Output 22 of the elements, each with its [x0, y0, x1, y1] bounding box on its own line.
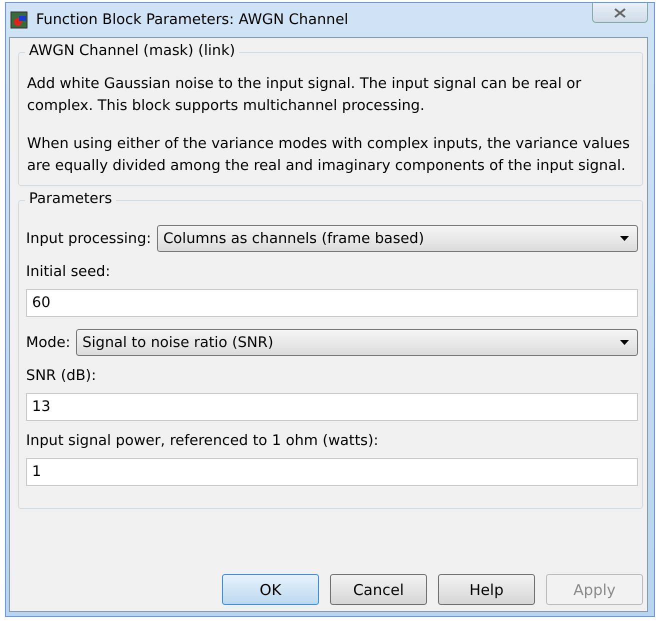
dropdown[interactable]: Signal to noise ratio (SNR): [76, 329, 638, 356]
field-label: SNR (dB):: [26, 368, 98, 384]
caret-icon: [620, 340, 629, 345]
dialog-button[interactable]: OK: [222, 574, 319, 605]
group-title: AWGN Channel (mask) (link): [25, 43, 240, 59]
input-field[interactable]: 60: [26, 289, 638, 317]
description-text: When using either of the variance modes with complex inputs, the variance values are equally divided among the real and imaginary components of the input signal.: [27, 135, 631, 176]
field-label: Input signal power, referenced to 1 ohm (watts):: [26, 433, 380, 449]
dialog-button[interactable]: Help: [438, 574, 535, 605]
description-text: Add white Gaussian noise to the input signal. The input signal can be real or complex. This block supports multichannel processing.: [27, 75, 582, 116]
input-field[interactable]: 13: [26, 393, 638, 421]
field-label: Mode:: [26, 334, 70, 350]
input-field[interactable]: 1: [26, 458, 638, 486]
window-title: Function Block Parameters: AWGN Channel: [36, 12, 350, 28]
close-button[interactable]: [592, 3, 648, 23]
field-label: Initial seed:: [26, 264, 112, 280]
dialog-button[interactable]: Cancel: [330, 574, 427, 605]
close-icon: [614, 8, 626, 18]
field-label: Input processing:: [26, 230, 152, 246]
dropdown[interactable]: Columns as channels (frame based): [157, 225, 638, 252]
app-icon: [10, 11, 28, 29]
caret-icon: [620, 236, 629, 241]
